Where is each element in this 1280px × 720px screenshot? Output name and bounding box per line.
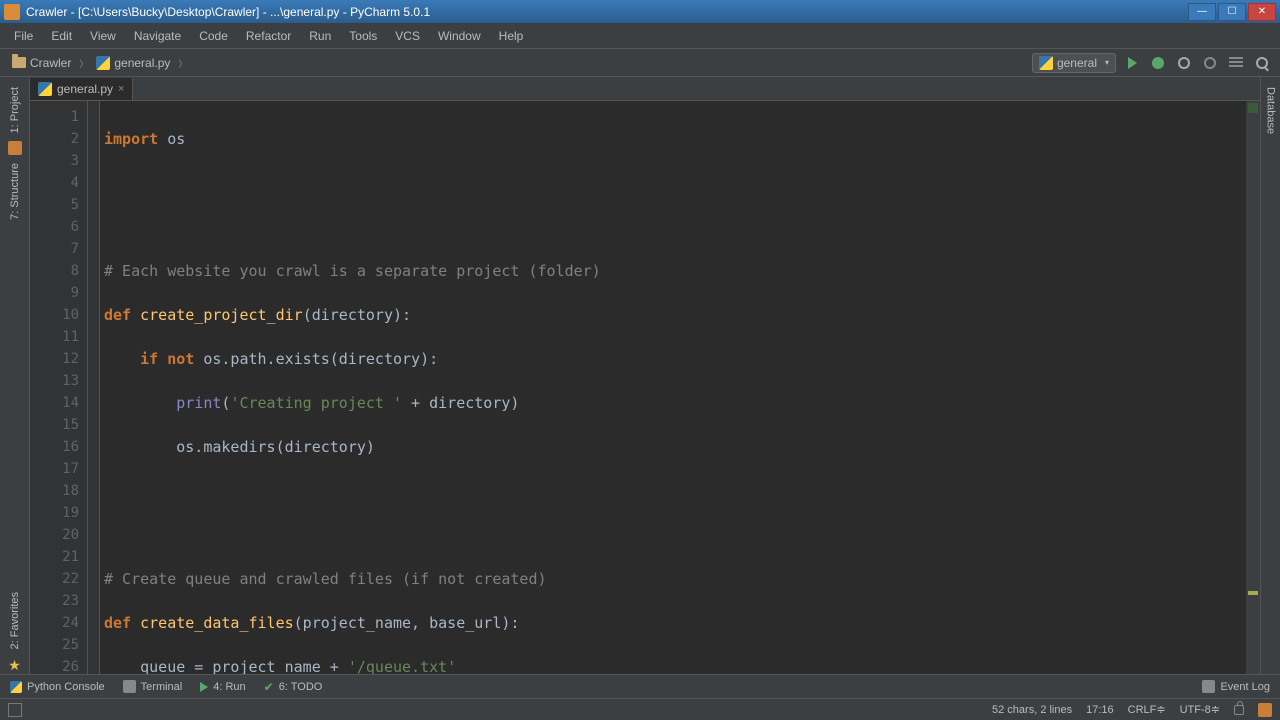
- circle-icon: [1204, 57, 1216, 69]
- database-tool-window-button[interactable]: Database: [1263, 81, 1279, 140]
- menu-file[interactable]: File: [6, 26, 41, 46]
- play-icon: [1128, 57, 1137, 69]
- menu-refactor[interactable]: Refactor: [238, 26, 299, 46]
- run-tool-window-button[interactable]: 4: Run: [200, 681, 245, 693]
- menu-window[interactable]: Window: [430, 26, 489, 46]
- lock-icon[interactable]: [1234, 705, 1244, 715]
- play-icon: [200, 682, 208, 692]
- settings-button[interactable]: [1226, 53, 1246, 73]
- favorites-tool-window-button[interactable]: 2: Favorites: [7, 586, 23, 655]
- line-separator[interactable]: CRLF≑: [1128, 703, 1166, 716]
- breadcrumb-separator: [176, 56, 189, 70]
- window-minimize-button[interactable]: —: [1188, 3, 1216, 21]
- run-config-label: general: [1057, 56, 1097, 70]
- bottom-tool-bar: Python Console Terminal 4: Run ✔ 6: TODO…: [0, 674, 1280, 698]
- menu-code[interactable]: Code: [191, 26, 236, 46]
- python-file-icon: [96, 56, 110, 70]
- hector-icon[interactable]: [1258, 703, 1272, 717]
- project-tool-window-button[interactable]: 1: Project: [7, 81, 23, 139]
- menu-run[interactable]: Run: [301, 26, 339, 46]
- status-bar: 52 chars, 2 lines 17:16 CRLF≑ UTF-8≑: [0, 698, 1280, 720]
- menu-vcs[interactable]: VCS: [387, 26, 428, 46]
- window-close-button[interactable]: ✕: [1248, 3, 1276, 21]
- window-title: Crawler - [C:\Users\Bucky\Desktop\Crawle…: [26, 5, 1188, 19]
- project-tool-icon: [8, 141, 22, 155]
- file-encoding[interactable]: UTF-8≑: [1180, 703, 1220, 716]
- event-log-button[interactable]: Event Log: [1202, 680, 1270, 693]
- left-tool-strip: 1: Project 7: Structure 2: Favorites ★: [0, 77, 30, 674]
- gear-icon: [1178, 57, 1190, 69]
- run-button[interactable]: [1122, 53, 1142, 73]
- breadcrumb-project[interactable]: Crawler: [8, 54, 75, 72]
- main-area: 1: Project 7: Structure 2: Favorites ★ g…: [0, 77, 1280, 674]
- breadcrumb-separator: [77, 56, 90, 70]
- tab-label: general.py: [57, 82, 113, 96]
- caret-position[interactable]: 17:16: [1086, 704, 1114, 716]
- breadcrumb-file[interactable]: general.py: [92, 54, 174, 72]
- menu-help[interactable]: Help: [491, 26, 532, 46]
- breadcrumb-file-label: general.py: [114, 56, 170, 70]
- fold-gutter[interactable]: [88, 101, 100, 674]
- menu-view[interactable]: View: [82, 26, 124, 46]
- menu-tools[interactable]: Tools: [341, 26, 385, 46]
- editor-tab-bar: general.py ×: [30, 77, 1260, 101]
- editor-scrollbar[interactable]: [1246, 101, 1260, 674]
- tab-close-button[interactable]: ×: [118, 83, 124, 95]
- right-tool-strip: Database: [1260, 77, 1280, 674]
- python-file-icon: [38, 82, 52, 96]
- toolbar: Crawler general.py general: [0, 49, 1280, 77]
- update-project-button[interactable]: [1200, 53, 1220, 73]
- search-icon: [1256, 57, 1268, 69]
- line-number-gutter: 1 2 3 4 5 6 7 8 9 10 11 12 13 14 15 16 1…: [30, 101, 88, 674]
- app-icon: [4, 4, 20, 20]
- python-console-button[interactable]: Python Console: [10, 681, 105, 693]
- window-maximize-button[interactable]: ☐: [1218, 3, 1246, 21]
- todo-tool-window-button[interactable]: ✔ 6: TODO: [264, 680, 323, 694]
- folder-icon: [12, 57, 26, 68]
- terminal-icon: [123, 680, 136, 693]
- star-icon: ★: [8, 657, 21, 674]
- python-icon: [10, 681, 22, 693]
- editor-area: general.py × 1 2 3 4 5 6 7 8 9 10 11 12 …: [30, 77, 1260, 674]
- breadcrumb: Crawler general.py: [8, 54, 1026, 72]
- check-icon: ✔: [264, 680, 274, 694]
- tool-windows-toggle[interactable]: [8, 703, 22, 717]
- coverage-button[interactable]: [1174, 53, 1194, 73]
- event-log-icon: [1202, 680, 1215, 693]
- breadcrumb-project-label: Crawler: [30, 56, 71, 70]
- terminal-button[interactable]: Terminal: [123, 680, 183, 693]
- menu-navigate[interactable]: Navigate: [126, 26, 189, 46]
- run-configuration-dropdown[interactable]: general: [1032, 53, 1116, 73]
- lines-icon: [1229, 57, 1243, 69]
- menu-edit[interactable]: Edit: [43, 26, 80, 46]
- menu-bar: File Edit View Navigate Code Refactor Ru…: [0, 23, 1280, 49]
- python-icon: [1039, 56, 1053, 70]
- inspection-indicator: [1248, 103, 1258, 113]
- window-titlebar: Crawler - [C:\Users\Bucky\Desktop\Crawle…: [0, 0, 1280, 23]
- debug-button[interactable]: [1148, 53, 1168, 73]
- bug-icon: [1152, 57, 1164, 69]
- selection-info: 52 chars, 2 lines: [992, 704, 1072, 716]
- scrollbar-warning-marker[interactable]: [1248, 591, 1258, 595]
- search-everywhere-button[interactable]: [1252, 53, 1272, 73]
- editor-tab-general-py[interactable]: general.py ×: [30, 78, 133, 100]
- code-content[interactable]: import os # Each website you crawl is a …: [100, 101, 1246, 674]
- structure-tool-window-button[interactable]: 7: Structure: [7, 157, 23, 226]
- editor-body[interactable]: 1 2 3 4 5 6 7 8 9 10 11 12 13 14 15 16 1…: [30, 101, 1260, 674]
